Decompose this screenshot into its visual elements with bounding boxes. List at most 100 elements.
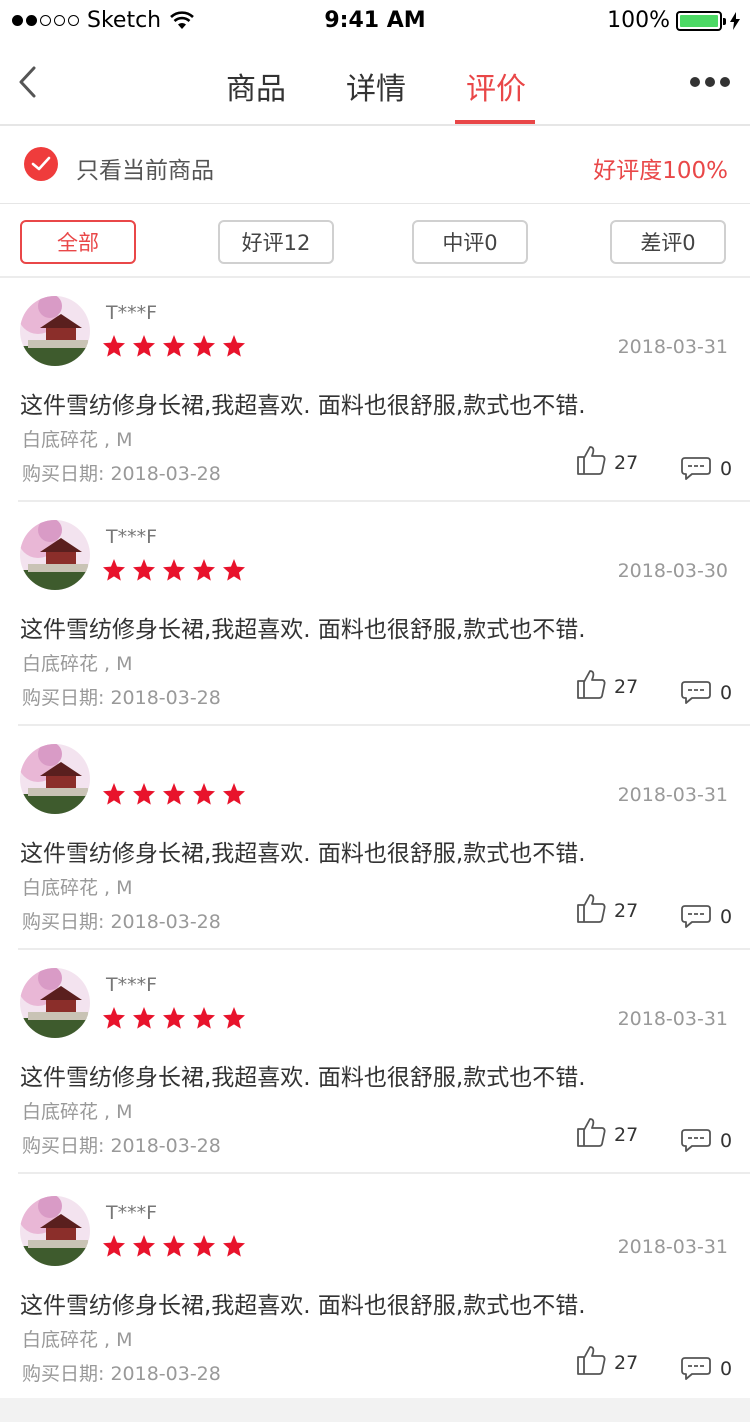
star-icon <box>103 1235 125 1257</box>
comment-button[interactable]: 0 <box>680 1128 732 1154</box>
chip-all[interactable]: 全部 <box>20 220 136 264</box>
review-text: 这件雪纺修身长裙,我超喜欢. 面料也很舒服,款式也不错. <box>20 841 586 867</box>
star-icon <box>163 559 185 581</box>
star-icon <box>133 559 155 581</box>
active-tab-indicator <box>455 120 535 124</box>
star-icon <box>193 1235 215 1257</box>
comment-icon <box>681 1129 711 1152</box>
tab-details[interactable]: 详情 <box>346 64 406 108</box>
comment-count: 0 <box>720 682 733 704</box>
purchase-date: 购买日期: 2018-03-28 <box>22 687 221 709</box>
username: T***F <box>106 526 158 548</box>
star-icon <box>133 1235 155 1257</box>
review-date: 2018-03-31 <box>617 336 728 358</box>
star-icon <box>163 783 185 805</box>
divider <box>18 1172 750 1174</box>
product-spec: 白底碎花 , M <box>22 1329 133 1351</box>
star-icon <box>223 783 245 805</box>
review-item: T***F 2018-03-31 这件雪纺修身长裙,我超喜欢. 面料也很舒服,款… <box>0 1178 750 1402</box>
star-icon <box>223 1007 245 1029</box>
avatar <box>20 968 90 1038</box>
comment-icon <box>681 905 711 928</box>
more-icon[interactable] <box>690 77 730 87</box>
star-icon <box>193 783 215 805</box>
star-icon <box>163 335 185 357</box>
nav-bar: 商品 详情 评价 <box>0 42 750 126</box>
like-count: 27 <box>614 452 639 474</box>
charging-icon <box>730 11 740 30</box>
star-icon <box>133 783 155 805</box>
like-count: 27 <box>614 1352 639 1374</box>
star-icon <box>163 1235 185 1257</box>
product-spec: 白底碎花 , M <box>22 429 133 451</box>
comment-button[interactable]: 0 <box>680 680 732 706</box>
avatar <box>20 296 90 366</box>
review-item: T***F 2018-03-31 这件雪纺修身长裙,我超喜欢. 面料也很舒服,款… <box>0 950 750 1174</box>
comment-icon <box>681 681 711 704</box>
comment-button[interactable]: 0 <box>680 904 732 930</box>
like-button[interactable]: 27 <box>576 1344 638 1376</box>
star-icon <box>223 559 245 581</box>
comment-icon <box>681 457 711 480</box>
tab-bar: 商品 详情 评价 <box>0 42 750 126</box>
review-item: T***F 2018-03-30 这件雪纺修身长裙,我超喜欢. 面料也很舒服,款… <box>0 502 750 726</box>
battery-percent: 100% <box>607 8 670 33</box>
comment-count: 0 <box>720 1130 733 1152</box>
like-button[interactable]: 27 <box>576 444 638 476</box>
tab-reviews[interactable]: 评价 <box>466 64 526 108</box>
review-date: 2018-03-31 <box>617 1008 728 1030</box>
review-text: 这件雪纺修身长裙,我超喜欢. 面料也很舒服,款式也不错. <box>20 617 586 643</box>
tab-product[interactable]: 商品 <box>226 64 286 108</box>
avatar <box>20 1196 90 1266</box>
star-icon <box>223 1235 245 1257</box>
star-icon <box>193 1007 215 1029</box>
comment-count: 0 <box>720 906 733 928</box>
thumbs-up-icon <box>577 1346 606 1375</box>
star-icon <box>163 1007 185 1029</box>
rating-filter-chips: 全部 好评12 中评0 差评0 <box>0 204 750 278</box>
comment-button[interactable]: 0 <box>680 1356 732 1382</box>
review-text: 这件雪纺修身长裙,我超喜欢. 面料也很舒服,款式也不错. <box>20 393 586 419</box>
like-count: 27 <box>614 900 639 922</box>
star-rating <box>102 334 246 358</box>
star-icon <box>103 559 125 581</box>
product-spec: 白底碎花 , M <box>22 1101 133 1123</box>
only-current-label[interactable]: 只看当前商品 <box>76 151 214 185</box>
star-icon <box>193 559 215 581</box>
good-rate: 好评度100% <box>593 158 728 184</box>
star-icon <box>103 783 125 805</box>
username: T***F <box>106 1202 158 1224</box>
star-icon <box>223 335 245 357</box>
like-button[interactable]: 27 <box>576 668 638 700</box>
purchase-date: 购买日期: 2018-03-28 <box>22 911 221 933</box>
avatar <box>20 744 90 814</box>
review-list: T***F 2018-03-31 这件雪纺修身长裙,我超喜欢. 面料也很舒服,款… <box>0 278 750 1398</box>
comment-count: 0 <box>720 1358 733 1380</box>
purchase-date: 购买日期: 2018-03-28 <box>22 1363 221 1385</box>
star-icon <box>133 1007 155 1029</box>
comment-icon <box>681 1357 711 1380</box>
like-button[interactable]: 27 <box>576 892 638 924</box>
like-count: 27 <box>614 1124 639 1146</box>
chip-negative[interactable]: 差评0 <box>610 220 726 264</box>
like-button[interactable]: 27 <box>576 1116 638 1148</box>
review-item: 2018-03-31 这件雪纺修身长裙,我超喜欢. 面料也很舒服,款式也不错. … <box>0 726 750 950</box>
chip-positive[interactable]: 好评12 <box>218 220 334 264</box>
thumbs-up-icon <box>577 1118 606 1147</box>
status-bar: Sketch 9:41 AM 100% <box>0 0 750 42</box>
battery-group: 100% <box>607 8 740 33</box>
star-icon <box>133 335 155 357</box>
checkbox-checked-icon[interactable] <box>24 147 58 181</box>
review-text: 这件雪纺修身长裙,我超喜欢. 面料也很舒服,款式也不错. <box>20 1293 586 1319</box>
review-item: T***F 2018-03-31 这件雪纺修身长裙,我超喜欢. 面料也很舒服,款… <box>0 278 750 502</box>
purchase-date: 购买日期: 2018-03-28 <box>22 463 221 485</box>
avatar <box>20 520 90 590</box>
purchase-date: 购买日期: 2018-03-28 <box>22 1135 221 1157</box>
comment-button[interactable]: 0 <box>680 456 732 482</box>
chip-neutral[interactable]: 中评0 <box>412 220 528 264</box>
comment-count: 0 <box>720 458 733 480</box>
product-spec: 白底碎花 , M <box>22 877 133 899</box>
thumbs-up-icon <box>577 670 606 699</box>
star-rating <box>102 1234 246 1258</box>
review-text: 这件雪纺修身长裙,我超喜欢. 面料也很舒服,款式也不错. <box>20 1065 586 1091</box>
